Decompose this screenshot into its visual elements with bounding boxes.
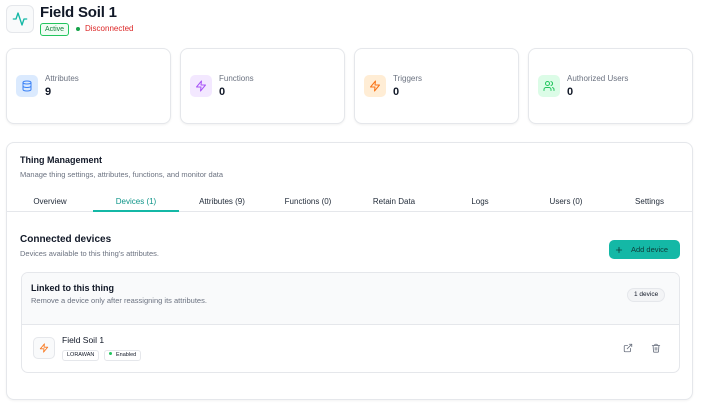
tab-overview[interactable]: Overview <box>7 193 93 212</box>
open-device-button[interactable] <box>621 341 635 355</box>
stat-value: 0 <box>219 86 226 98</box>
add-device-label: Add device <box>631 245 669 254</box>
stat-label: Authorized Users <box>567 74 629 83</box>
stat-label: Triggers <box>393 74 423 83</box>
zap-icon <box>364 75 386 97</box>
device-name[interactable]: Field Soil 1 <box>62 335 104 345</box>
stat-card-attributes: Attributes 9 <box>6 48 171 124</box>
tab-retain-data[interactable]: Retain Data <box>351 193 437 212</box>
users-icon <box>538 75 560 97</box>
tab-bar: Overview Devices (1) Attributes (9) Func… <box>7 193 692 212</box>
device-status-tag: Enabled <box>104 350 142 361</box>
tab-devices[interactable]: Devices (1) <box>93 193 179 212</box>
tab-attributes[interactable]: Attributes (9) <box>179 193 265 212</box>
stat-value: 9 <box>45 86 52 98</box>
device-count-badge: 1 device <box>627 288 666 302</box>
section-title: Connected devices <box>20 234 112 245</box>
plus-icon <box>615 246 623 253</box>
zap-icon <box>190 75 212 97</box>
external-link-icon <box>623 343 633 353</box>
section-description: Devices available to this thing's attrib… <box>20 249 160 258</box>
stat-value: 0 <box>393 86 400 98</box>
activity-icon <box>12 12 28 26</box>
tab-users[interactable]: Users (0) <box>523 193 609 212</box>
linked-description: Remove a device only after reassigning i… <box>31 296 207 305</box>
stat-value: 0 <box>567 86 574 98</box>
trash-icon <box>651 343 661 353</box>
stat-label: Attributes <box>45 74 79 83</box>
delete-device-button[interactable] <box>649 341 663 355</box>
stat-label: Functions <box>219 74 254 83</box>
panel-title: Thing Management <box>20 155 103 165</box>
database-icon <box>16 75 38 97</box>
tab-functions[interactable]: Functions (0) <box>265 193 351 212</box>
connection-status: Disconnected <box>85 24 134 33</box>
device-status-label: Enabled <box>116 352 137 358</box>
tab-logs[interactable]: Logs <box>437 193 523 212</box>
connection-dot <box>76 27 80 31</box>
status-dot <box>109 352 112 356</box>
device-type-tag: LORAWAN <box>62 350 100 361</box>
zap-icon <box>39 343 49 353</box>
thing-avatar <box>6 5 34 33</box>
panel-description: Manage thing settings, attributes, funct… <box>20 170 224 179</box>
page-title: Field Soil 1 <box>40 4 117 21</box>
status-badge: Active <box>40 23 70 36</box>
linked-title: Linked to this thing <box>31 283 114 293</box>
tab-settings[interactable]: Settings <box>607 193 692 212</box>
stat-card-functions: Functions 0 <box>180 48 345 124</box>
stat-card-authorized-users: Authorized Users 0 <box>528 48 693 124</box>
device-avatar <box>33 337 55 359</box>
add-device-button[interactable]: Add device <box>609 240 680 259</box>
stat-card-triggers: Triggers 0 <box>354 48 519 124</box>
